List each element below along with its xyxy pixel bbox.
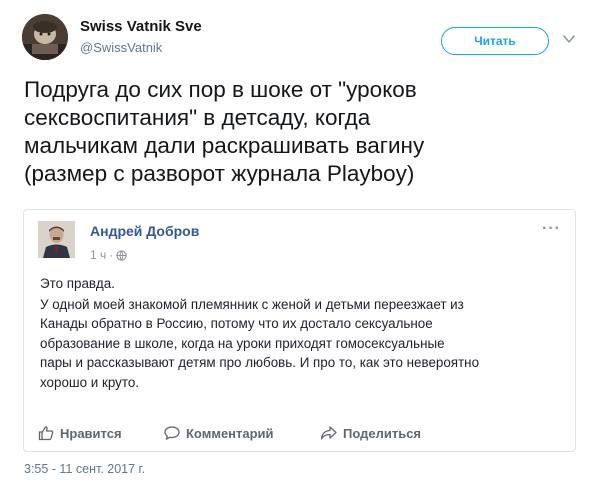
post-more-options[interactable]: ··· bbox=[542, 220, 561, 238]
post-author-name[interactable]: Андрей Добров bbox=[90, 223, 199, 239]
share-label: Поделиться bbox=[343, 425, 422, 441]
post-line: хорошо и круто. bbox=[40, 374, 139, 390]
post-body: Это правда. У одной моей знакомой племян… bbox=[40, 274, 565, 392]
globe-icon bbox=[116, 249, 127, 261]
tweet-text: Подруга до сих пор в шоке от "уроков сек… bbox=[24, 76, 584, 188]
post-line: образование в школе, когда на уроки прих… bbox=[40, 335, 445, 351]
share-button[interactable]: Поделиться bbox=[320, 425, 421, 441]
tweet-text-line: мальчикам дали раскрашивать вагину bbox=[24, 133, 425, 158]
user-avatar-icon[interactable] bbox=[22, 14, 68, 60]
post-line: пары и рассказывают детям про любовь. И … bbox=[40, 355, 480, 370]
tweet-text-line: сексвоспитания" в детсаду, когда bbox=[24, 105, 371, 130]
post-line: Канады обратно в Россию, потому что их д… bbox=[40, 316, 433, 331]
post-time[interactable]: 1 ч bbox=[90, 248, 106, 262]
like-thumb-icon bbox=[38, 426, 54, 441]
tweet-timestamp[interactable]: 3:55 - 11 сент. 2017 г. bbox=[24, 462, 145, 476]
post-meta: 1 ч · bbox=[90, 248, 127, 262]
like-label: Нравится bbox=[60, 425, 122, 441]
embedded-facebook-post[interactable]: Андрей Добров 1 ч · ··· Это правда. У од… bbox=[23, 209, 576, 452]
follow-button[interactable]: Читать bbox=[441, 27, 549, 55]
user-handle[interactable]: @SwissVatnik bbox=[80, 40, 162, 55]
comment-bubble-icon bbox=[164, 426, 180, 440]
share-arrow-icon bbox=[320, 426, 337, 440]
like-button[interactable]: Нравится bbox=[38, 425, 164, 441]
comment-label: Комментарий bbox=[186, 425, 274, 441]
tweet-text-line: (размер с разворот журнала Playboy) bbox=[24, 161, 415, 186]
display-name[interactable]: Swiss Vatnik Sve bbox=[80, 18, 202, 35]
tweet-text-line: Подруга до сих пор в шоке от "уроков bbox=[24, 77, 417, 102]
tweet-container: Swiss Vatnik Sve @SwissVatnik Читать Под… bbox=[0, 0, 604, 500]
post-line: У одной моей знакомой племянник с женой … bbox=[40, 296, 464, 312]
comment-button[interactable]: Комментарий bbox=[164, 425, 320, 441]
chevron-down-icon[interactable] bbox=[562, 32, 576, 46]
meta-separator: · bbox=[109, 248, 114, 262]
post-author-avatar-icon[interactable] bbox=[38, 221, 75, 258]
post-actions: Нравится Комментарий Поделиться bbox=[38, 423, 421, 443]
post-paragraph: Это правда. bbox=[40, 276, 115, 291]
